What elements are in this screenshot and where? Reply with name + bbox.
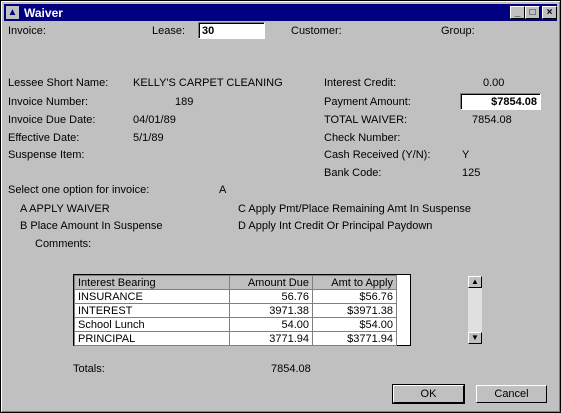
cell-amt-to-apply[interactable]: $56.76 bbox=[312, 289, 397, 304]
option-a[interactable]: A APPLY WAIVER bbox=[20, 203, 110, 215]
col-header-interest-bearing[interactable]: Interest Bearing bbox=[74, 275, 230, 290]
customer-label: Customer: bbox=[291, 25, 342, 37]
cell-amount-due[interactable]: 3971.38 bbox=[229, 303, 313, 318]
col-header-amt-to-apply[interactable]: Amt to Apply bbox=[312, 275, 397, 290]
cell-amt-to-apply[interactable]: $54.00 bbox=[312, 317, 397, 332]
group-label: Group: bbox=[441, 25, 475, 37]
payment-amount-label: Payment Amount: bbox=[324, 96, 411, 108]
total-waiver-label: TOTAL WAIVER: bbox=[324, 114, 408, 126]
vertical-scrollbar[interactable]: ▲ ▼ bbox=[468, 276, 482, 344]
lessee-label: Lessee Short Name: bbox=[8, 77, 109, 89]
interest-grid[interactable]: Interest Bearing Amount Due Amt to Apply… bbox=[73, 274, 482, 346]
suspense-label: Suspense Item: bbox=[8, 149, 85, 161]
waiver-window: ▲ Waiver _ □ × Invoice: Lease: 30 Custom… bbox=[0, 0, 561, 413]
check-number-label: Check Number: bbox=[324, 132, 401, 144]
totals-value: 7854.08 bbox=[271, 363, 311, 375]
option-d[interactable]: D Apply Int Credit Or Principal Paydown bbox=[238, 220, 432, 232]
cell-amount-due[interactable]: 56.76 bbox=[229, 289, 313, 304]
table-row[interactable]: INTEREST 3971.38 $3971.38 bbox=[74, 303, 397, 318]
comments-label: Comments: bbox=[35, 238, 92, 250]
close-button[interactable]: × bbox=[542, 6, 557, 19]
lease-input[interactable]: 30 bbox=[198, 22, 265, 39]
invoice-due-value: 04/01/89 bbox=[133, 114, 176, 126]
cell-amount-due[interactable]: 3771.94 bbox=[229, 331, 313, 346]
window-title: Waiver bbox=[24, 6, 63, 20]
interest-credit-label: Interest Credit: bbox=[324, 77, 397, 89]
invoice-due-label: Invoice Due Date: bbox=[8, 114, 96, 126]
invoice-label: Invoice: bbox=[8, 25, 46, 37]
table-row[interactable]: INSURANCE 56.76 $56.76 bbox=[74, 289, 397, 304]
table-row[interactable]: School Lunch 54.00 $54.00 bbox=[74, 317, 397, 332]
minimize-button[interactable]: _ bbox=[510, 6, 525, 19]
interest-credit-value: 0.00 bbox=[483, 77, 505, 89]
col-header-amount-due[interactable]: Amount Due bbox=[229, 275, 313, 290]
cell-amt-to-apply[interactable]: $3971.38 bbox=[312, 303, 397, 318]
effective-date-label: Effective Date: bbox=[8, 132, 80, 144]
total-waiver-value: 7854.08 bbox=[472, 114, 512, 126]
bank-code-label: Bank Code: bbox=[324, 167, 382, 179]
cash-received-label: Cash Received (Y/N): bbox=[324, 149, 431, 161]
maximize-button[interactable]: □ bbox=[525, 6, 540, 19]
invoice-number-label: Invoice Number: bbox=[8, 96, 89, 108]
option-b[interactable]: B Place Amount In Suspense bbox=[20, 220, 162, 232]
bank-code-value: 125 bbox=[462, 167, 481, 179]
cell-name[interactable]: INSURANCE bbox=[74, 289, 230, 304]
option-c[interactable]: C Apply Pmt/Place Remaining Amt In Suspe… bbox=[238, 203, 471, 215]
app-icon: ▲ bbox=[6, 6, 19, 19]
option-prompt: Select one option for invoice: bbox=[8, 184, 150, 196]
lease-label: Lease: bbox=[152, 25, 186, 37]
selected-option[interactable]: A bbox=[219, 184, 226, 196]
effective-date-value: 5/1/89 bbox=[133, 132, 164, 144]
interest-table: Interest Bearing Amount Due Amt to Apply… bbox=[74, 275, 397, 346]
scroll-down-icon[interactable]: ▼ bbox=[468, 332, 482, 344]
cancel-button[interactable]: Cancel bbox=[476, 385, 547, 403]
invoice-number-value: 189 bbox=[175, 96, 194, 108]
cell-amount-due[interactable]: 54.00 bbox=[229, 317, 313, 332]
cash-received-value: Y bbox=[462, 149, 470, 161]
table-row[interactable]: PRINCIPAL 3771.94 $3771.94 bbox=[74, 331, 397, 346]
cell-name[interactable]: PRINCIPAL bbox=[74, 331, 230, 346]
scroll-up-icon[interactable]: ▲ bbox=[468, 276, 482, 288]
table-header-row: Interest Bearing Amount Due Amt to Apply bbox=[74, 275, 397, 290]
cell-amt-to-apply[interactable]: $3771.94 bbox=[312, 331, 397, 346]
totals-label: Totals: bbox=[73, 363, 105, 375]
ok-button[interactable]: OK bbox=[392, 384, 465, 404]
cell-name[interactable]: School Lunch bbox=[74, 317, 230, 332]
payment-amount-input[interactable]: $7854.08 bbox=[460, 93, 541, 110]
lessee-value: KELLY'S CARPET CLEANING bbox=[133, 77, 283, 89]
title-bar[interactable]: ▲ Waiver _ □ × bbox=[4, 4, 557, 21]
cell-name[interactable]: INTEREST bbox=[74, 303, 230, 318]
